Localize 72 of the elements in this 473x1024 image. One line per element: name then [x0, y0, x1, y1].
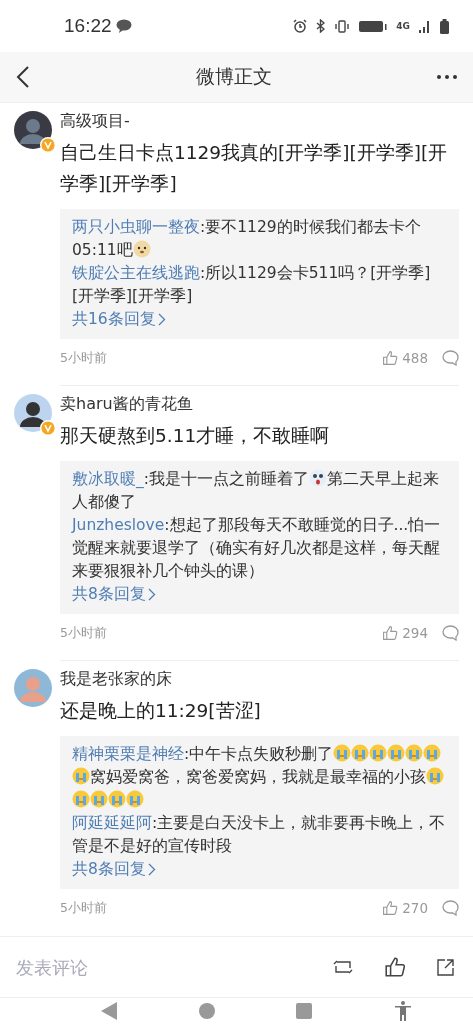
like-button[interactable]: 294: [382, 625, 428, 641]
back-nav-icon[interactable]: [100, 1002, 117, 1020]
comment-author[interactable]: 我是老张家的床: [60, 665, 172, 693]
comment-time: 5小时前: [60, 899, 107, 917]
reply-author[interactable]: 阿延延延阿: [72, 814, 152, 832]
comment-icon[interactable]: [442, 350, 459, 366]
reply-author[interactable]: 铁腚公主在线逃跑: [72, 264, 200, 282]
thumbs-up-icon: [384, 956, 406, 978]
more-replies-link[interactable]: 共8条回复: [72, 858, 156, 881]
emoji-icon: [369, 744, 388, 762]
reply-text: 两只小虫聊一整夜:要不1129的时候我们都去卡个05:11吧: [72, 217, 422, 261]
like-button[interactable]: 270: [382, 900, 428, 916]
comment-icon[interactable]: [442, 900, 459, 916]
comment-author[interactable]: 卖haru酱的青花鱼: [60, 390, 193, 418]
emoji-icon: [426, 767, 444, 785]
reply-author[interactable]: 精神栗栗是神经: [72, 745, 184, 763]
repost-icon[interactable]: [332, 958, 354, 976]
more-icon[interactable]: [437, 75, 457, 79]
comment-time: 5小时前: [60, 349, 107, 367]
more-replies-link[interactable]: 共16条回复: [72, 308, 166, 331]
avatar[interactable]: [14, 394, 56, 436]
thumbs-up-icon: [382, 900, 399, 916]
thumbs-up-icon: [382, 625, 399, 641]
like-button[interactable]: 488: [382, 350, 428, 366]
emoji-icon: [90, 790, 108, 808]
emoji-icon: [351, 744, 370, 762]
like-icon[interactable]: [384, 956, 406, 978]
reply-text: 精神栗栗是神经:中午卡点失败秒删了 窝妈爱窝爸，窝爸爱窝妈，我就是最幸福的小孩: [72, 743, 447, 812]
recents-nav-icon[interactable]: [296, 1003, 313, 1019]
emoji-icon: [333, 744, 352, 762]
reply-author[interactable]: 两只小虫聊一整夜: [72, 218, 200, 236]
emoji-icon: [72, 790, 90, 808]
comment-text: 自己生日卡点1129我真的[开学季][开学季][开学季][开学季]: [60, 141, 449, 196]
emoji-icon: [405, 744, 424, 762]
page-title: 微博正文: [195, 64, 272, 89]
vibrate-icon: [334, 19, 351, 33]
network-type: 4G: [396, 21, 410, 31]
reply-text: 铁腚公主在线逃跑:所以1129会卡511吗？[开学季][开学季][开学季]: [72, 263, 432, 307]
share-icon[interactable]: [436, 957, 455, 977]
chevron-right-icon: [147, 863, 156, 876]
comment-time: 5小时前: [60, 624, 107, 642]
dog-face-icon: [132, 240, 151, 258]
reply-text: 阿延延延阿:主要是白天没卡上，就非要再卡晚上，不管是不是好的宣传时段: [72, 813, 447, 857]
reply-author[interactable]: 敷冰取暖_: [72, 470, 144, 488]
home-nav-icon[interactable]: [198, 1003, 215, 1019]
status-time: 16:22: [64, 15, 112, 37]
reply-author[interactable]: Junzheslove: [72, 516, 165, 534]
comment-icon[interactable]: [442, 625, 459, 641]
thumbs-up-icon: [382, 350, 399, 366]
emoji-icon: [423, 744, 442, 762]
emoji-icon: [309, 469, 327, 487]
chevron-right-icon: [157, 313, 166, 326]
comment-text: 那天硬熬到5.11才睡，不敢睡啊: [60, 424, 331, 448]
comment-author[interactable]: 高级项目-: [60, 107, 130, 135]
emoji-icon: [387, 744, 406, 762]
emoji-icon: [72, 767, 90, 785]
bluetooth-icon: [316, 19, 326, 33]
alarm-icon: [293, 19, 308, 33]
more-replies-link[interactable]: 共8条回复: [72, 583, 156, 606]
avatar[interactable]: [14, 111, 56, 153]
chevron-right-icon: [147, 588, 156, 601]
reply-text: Junzheslove:想起了那段每天不敢睡觉的日子...怕一觉醒来就要退学了（确实有好几次都是这样，每天醒来要狠狠补几个钟头的课）: [72, 515, 442, 582]
signal-icon: [419, 19, 431, 33]
emoji-icon: [126, 790, 144, 808]
back-icon[interactable]: [16, 65, 30, 89]
reply-text: 敷冰取暖_:我是十一点之前睡着了 第二天早上起来人都傻了: [72, 468, 440, 513]
comment-text: 还是晚上的11:29[苦涩]: [60, 699, 262, 723]
emoji-icon: [108, 790, 126, 808]
chat-bubble-icon: [115, 19, 132, 33]
comment-input[interactable]: 发表评论: [14, 955, 302, 979]
battery-icon: [440, 18, 449, 34]
accessibility-icon[interactable]: [394, 1001, 413, 1021]
